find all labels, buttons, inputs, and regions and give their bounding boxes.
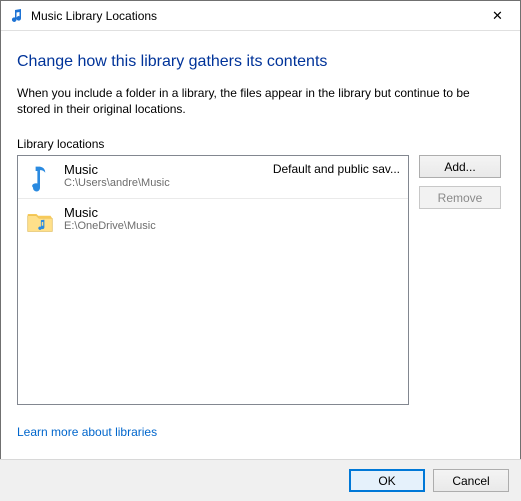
app-icon: [9, 8, 25, 24]
list-item[interactable]: Music E:\OneDrive\Music: [18, 199, 408, 241]
library-locations-list[interactable]: Music C:\Users\andre\Music Default and p…: [17, 155, 409, 405]
remove-button: Remove: [419, 186, 501, 209]
locations-row: Music C:\Users\andre\Music Default and p…: [17, 155, 504, 405]
location-name: Music: [64, 162, 257, 177]
location-path: C:\Users\andre\Music: [64, 177, 257, 189]
dialog-footer: OK Cancel: [0, 459, 521, 501]
window-title: Music Library Locations: [31, 9, 475, 23]
close-button[interactable]: ✕: [475, 1, 520, 30]
page-heading: Change how this library gathers its cont…: [17, 53, 504, 71]
library-locations-label: Library locations: [17, 137, 504, 151]
location-status: Default and public sav...: [267, 162, 400, 176]
list-item-texts: Music E:\OneDrive\Music: [64, 205, 384, 232]
dialog-content: Change how this library gathers its cont…: [1, 31, 520, 449]
location-path: E:\OneDrive\Music: [64, 220, 384, 232]
description-text: When you include a folder in a library, …: [17, 85, 504, 117]
list-item-texts: Music C:\Users\andre\Music: [64, 162, 257, 189]
music-folder-icon: [26, 164, 54, 192]
location-name: Music: [64, 205, 384, 220]
list-item[interactable]: Music C:\Users\andre\Music Default and p…: [18, 156, 408, 199]
side-buttons: Add... Remove: [419, 155, 501, 209]
ok-button[interactable]: OK: [349, 469, 425, 492]
cancel-button[interactable]: Cancel: [433, 469, 509, 492]
close-icon: ✕: [492, 8, 503, 24]
learn-more-link[interactable]: Learn more about libraries: [17, 425, 157, 439]
add-button[interactable]: Add...: [419, 155, 501, 178]
title-bar: Music Library Locations ✕: [1, 1, 520, 31]
music-folder-icon: [26, 207, 54, 235]
